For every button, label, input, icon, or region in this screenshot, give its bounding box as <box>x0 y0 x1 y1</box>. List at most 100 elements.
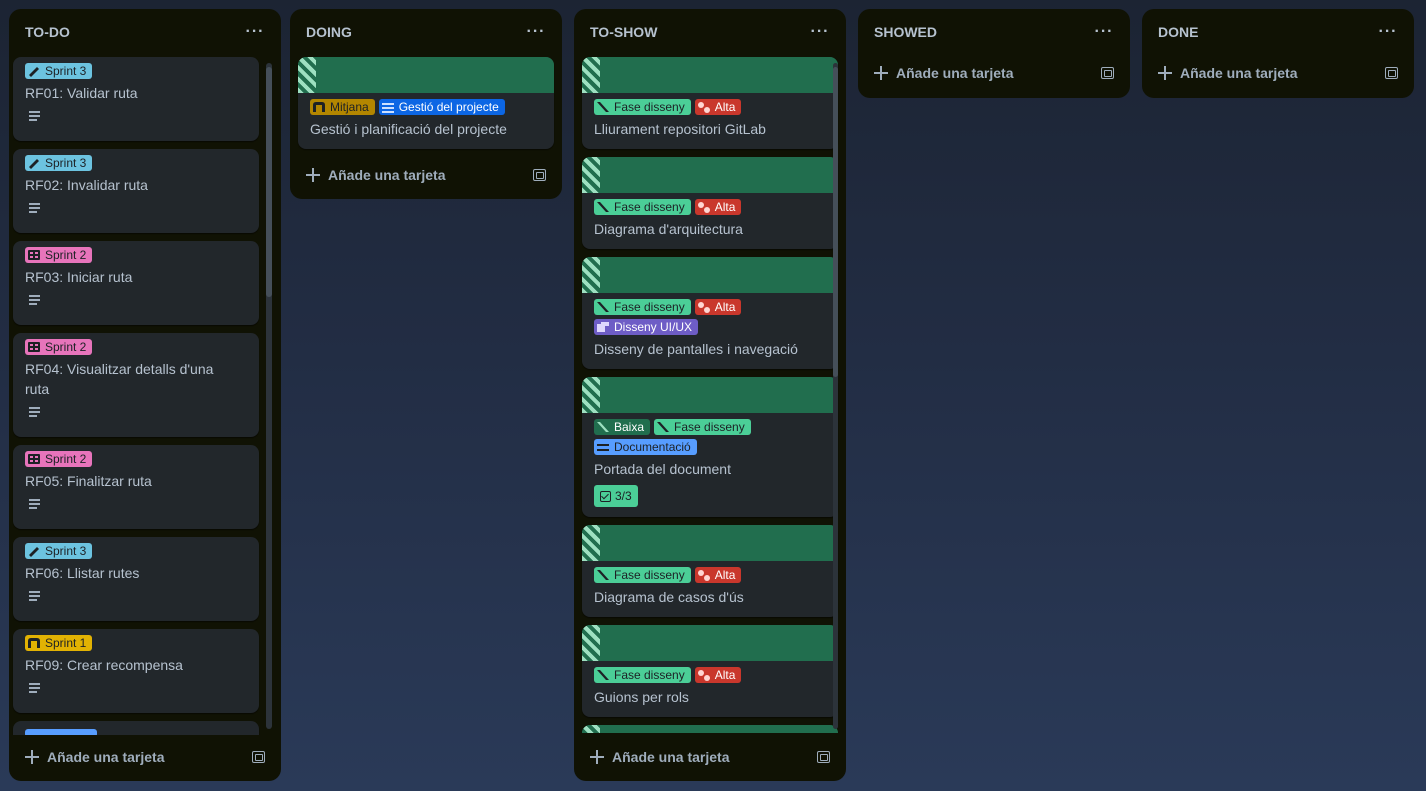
slash-icon <box>597 422 609 432</box>
label-phase[interactable]: Fase disseny <box>594 567 691 583</box>
card-title: RF09: Crear recompensa <box>25 657 183 673</box>
scrollbar-thumb[interactable] <box>266 67 272 297</box>
card[interactable] <box>582 725 838 733</box>
add-card-button[interactable]: Añade una tarjeta <box>17 741 273 773</box>
label-text: Sprint 2 <box>45 248 87 262</box>
label-text: Disseny UI/UX <box>614 320 693 334</box>
slash-icon <box>597 302 609 312</box>
label-priority[interactable]: Alta <box>694 299 742 315</box>
card[interactable]: Sprint 3 RF01: Validar ruta <box>13 57 259 141</box>
ellipsis-icon[interactable]: ··· <box>522 18 550 46</box>
dots-icon <box>697 102 710 113</box>
ellipsis-icon[interactable]: ··· <box>1374 18 1402 46</box>
card-template-icon[interactable] <box>1385 67 1398 79</box>
label-phase[interactable]: Fase disseny <box>594 667 691 683</box>
label-sprint[interactable]: Sprint 2 <box>25 247 93 263</box>
label-sprint[interactable]: Sprint 3 <box>25 543 93 559</box>
list-title[interactable]: DONE <box>1154 24 1198 40</box>
label-partial <box>25 729 97 735</box>
dots-icon <box>697 302 710 313</box>
card-title: Guions per rols <box>594 689 689 705</box>
label-priority[interactable]: Alta <box>694 99 742 115</box>
plus-icon <box>25 750 39 764</box>
label-priority[interactable]: Alta <box>694 199 742 215</box>
add-card-label: Añade una tarjeta <box>896 65 1014 81</box>
label-phase[interactable]: Fase disseny <box>594 199 691 215</box>
card-template-icon[interactable] <box>533 169 546 181</box>
label-text: Sprint 3 <box>45 544 87 558</box>
list-showed: SHOWED ··· Añade una tarjeta <box>858 9 1130 98</box>
add-card-button[interactable]: Añade una tarjeta <box>866 57 1122 89</box>
add-card-button[interactable]: Añade una tarjeta <box>582 741 838 773</box>
card[interactable]: Sprint 2 RF04: Visualitzar detalls d'una… <box>13 333 259 437</box>
label-sprint[interactable]: Sprint 2 <box>25 339 93 355</box>
label-text: Alta <box>714 668 736 682</box>
label-phase[interactable]: Fase disseny <box>594 99 691 115</box>
card-template-icon[interactable] <box>1101 67 1114 79</box>
label-category[interactable]: Documentació <box>594 439 697 455</box>
card-cover <box>582 157 838 193</box>
card-cover <box>582 625 838 661</box>
card[interactable]: Fase disseny Alta Guions per rols <box>582 625 838 717</box>
label-priority[interactable]: Mitjana <box>310 99 375 115</box>
checklist-badge[interactable]: 3/3 <box>594 485 638 507</box>
card[interactable] <box>13 721 259 735</box>
ellipsis-icon[interactable]: ··· <box>1090 18 1118 46</box>
add-card-button[interactable]: Añade una tarjeta <box>1150 57 1406 89</box>
lines-icon <box>381 103 394 113</box>
scrollbar-thumb[interactable] <box>833 67 838 377</box>
label-sprint[interactable]: Sprint 3 <box>25 63 93 79</box>
ellipsis-icon[interactable]: ··· <box>806 18 834 46</box>
ellipsis-icon[interactable]: ··· <box>241 18 269 46</box>
card[interactable]: Sprint 3 RF02: Invalidar ruta <box>13 149 259 233</box>
card-template-icon[interactable] <box>817 751 830 763</box>
card[interactable]: Fase disseny Alta Disseny UI/UX Disseny … <box>582 257 838 369</box>
list-header: DOING ··· <box>290 9 562 55</box>
list-title[interactable]: SHOWED <box>870 24 937 40</box>
blocks-icon <box>28 250 40 260</box>
label-text: Fase disseny <box>614 200 685 214</box>
card[interactable]: Fase disseny Alta Diagrama d'arquitectur… <box>582 157 838 249</box>
list-title[interactable]: DOING <box>302 24 352 40</box>
label-category[interactable]: Disseny UI/UX <box>594 319 699 335</box>
plus-icon <box>306 168 320 182</box>
card-template-icon[interactable] <box>252 751 265 763</box>
card[interactable]: Sprint 2 RF03: Iniciar ruta <box>13 241 259 325</box>
checklist-icon <box>600 490 611 502</box>
label-sprint[interactable]: Sprint 2 <box>25 451 93 467</box>
description-icon <box>29 681 45 695</box>
label-sprint[interactable]: Sprint 3 <box>25 155 93 171</box>
card[interactable]: Fase disseny Alta Diagrama de casos d'ús <box>582 525 838 617</box>
label-priority[interactable]: Alta <box>694 667 742 683</box>
list-title[interactable]: TO-SHOW <box>586 24 657 40</box>
card[interactable]: Sprint 2 RF05: Finalitzar ruta <box>13 445 259 529</box>
wave-icon <box>313 102 325 112</box>
card[interactable]: Baixa Fase disseny Documentació Portada … <box>582 377 838 517</box>
add-card-button[interactable]: Añade una tarjeta <box>298 159 554 191</box>
label-priority[interactable]: Alta <box>694 567 742 583</box>
card[interactable]: Sprint 1 RF09: Crear recompensa <box>13 629 259 713</box>
add-card-label: Añade una tarjeta <box>328 167 446 183</box>
label-category[interactable]: Gestió del projecte <box>378 99 505 115</box>
list-header: TO-DO ··· <box>9 9 281 55</box>
card-title: RF02: Invalidar ruta <box>25 177 148 193</box>
card[interactable]: Sprint 3 RF06: Llistar rutes <box>13 537 259 621</box>
card[interactable]: Mitjana Gestió del projecte Gestió i pla… <box>298 57 554 149</box>
label-text: Fase disseny <box>614 300 685 314</box>
label-priority[interactable]: Baixa <box>594 419 651 435</box>
card-title: RF01: Validar ruta <box>25 85 138 101</box>
plus-icon <box>874 66 888 80</box>
dots-icon <box>697 570 710 581</box>
card-title: Lliurament repositori GitLab <box>594 121 766 137</box>
label-text: Alta <box>714 568 736 582</box>
label-phase[interactable]: Fase disseny <box>654 419 751 435</box>
label-text: Alta <box>714 300 736 314</box>
card-title: RF05: Finalitzar ruta <box>25 473 152 489</box>
slash-icon <box>597 570 609 580</box>
card-title: Portada del document <box>594 461 731 477</box>
list-cards: Fase disseny Alta Lliurament repositori … <box>574 55 846 733</box>
card[interactable]: Fase disseny Alta Lliurament repositori … <box>582 57 838 149</box>
label-sprint[interactable]: Sprint 1 <box>25 635 93 651</box>
list-title[interactable]: TO-DO <box>21 24 70 40</box>
label-phase[interactable]: Fase disseny <box>594 299 691 315</box>
